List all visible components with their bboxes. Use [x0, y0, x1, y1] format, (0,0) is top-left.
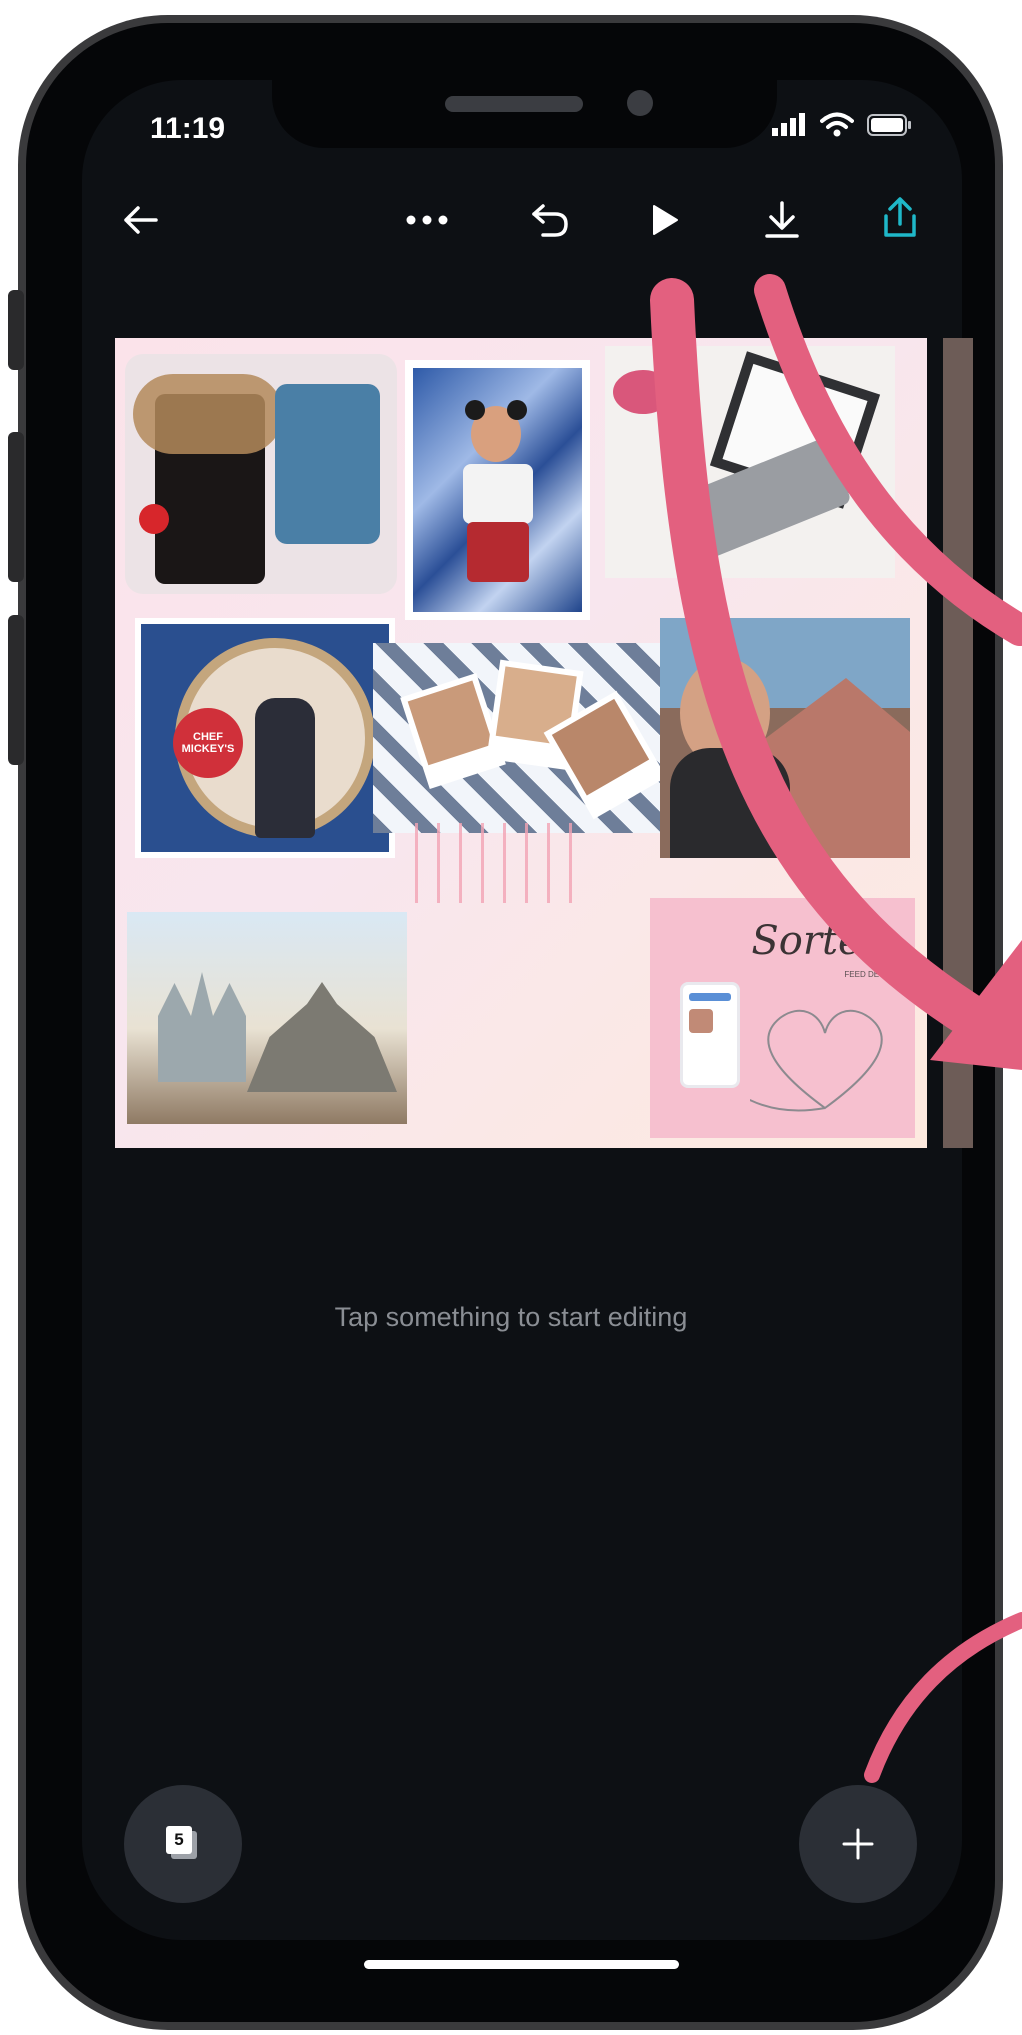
- plus-icon: [842, 1828, 874, 1860]
- editing-hint: Tap something to start editing: [334, 1302, 688, 1332]
- annotation-arrow-1: [650, 278, 1022, 1062]
- page-count: 5: [166, 1826, 192, 1854]
- pages-button[interactable]: 5: [124, 1785, 242, 1903]
- add-button[interactable]: [799, 1785, 917, 1903]
- annotation-arrow-3: [864, 1612, 1022, 1783]
- home-indicator[interactable]: [364, 1960, 679, 1969]
- pages-icon: 5: [166, 1826, 200, 1862]
- annotation-arrow-2: [754, 274, 1022, 646]
- annotation-overlay: [650, 274, 1022, 1783]
